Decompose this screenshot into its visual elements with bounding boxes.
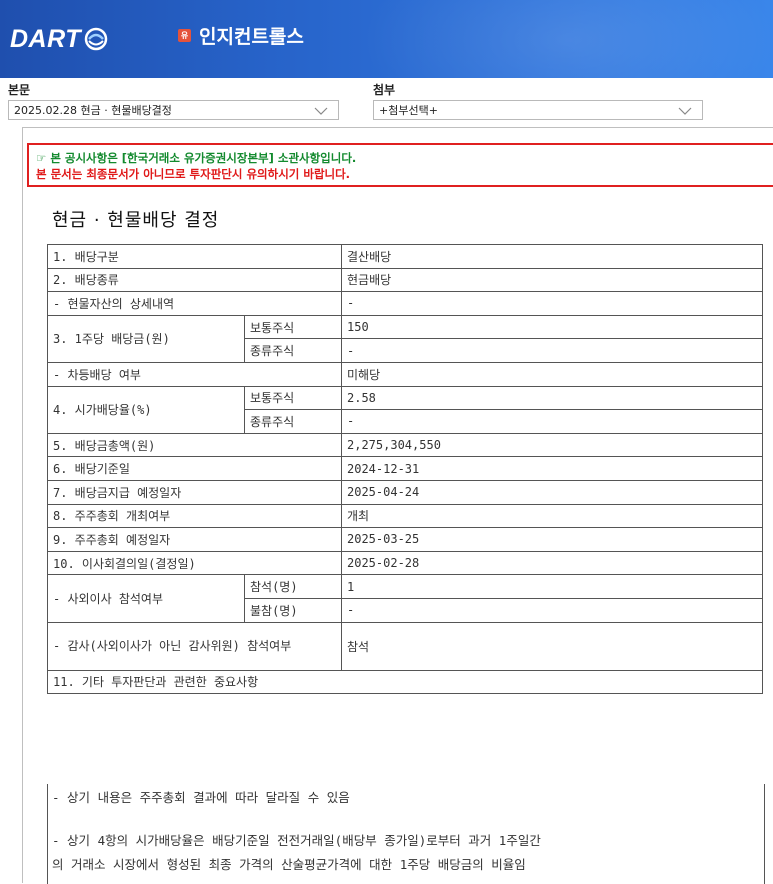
table-row: 6. 배당기준일 2024-12-31: [47, 456, 763, 481]
row-value: 1: [341, 574, 763, 599]
attach-select-value: +첨부선택+: [379, 104, 438, 117]
table-row: 7. 배당금지급 예정일자 2025-04-24: [47, 479, 763, 505]
table-row: 3. 1주당 배당금(원) 보통주식 150: [47, 314, 763, 363]
row-sublabel: 불참(명): [244, 597, 342, 623]
header-bar: DART 유 인지컨트롤스: [0, 0, 773, 78]
table-row: 2. 배당종류 현금배당: [47, 267, 763, 293]
row-value: 현금배당: [341, 267, 763, 293]
header-glow: [360, 0, 773, 78]
note-line: - 상기 4항의 시가배당율은 배당기준일 전전거래일(배당부 종가일)로부터 …: [52, 833, 541, 848]
row-value: 참석: [341, 621, 763, 671]
row-label: - 감사(사외이사가 아닌 감사위원) 참석여부: [47, 621, 342, 671]
main-doc-selector-group: 본문 2025.02.28 현금 · 현물배당결정: [8, 81, 339, 120]
row-sublabel: 종류주식: [244, 409, 342, 434]
row-label: - 현물자산의 상세내역: [47, 291, 342, 316]
table-row: 8. 주주총회 개최여부 개최: [47, 503, 763, 529]
table-row: 4. 시가배당율(%) 보통주식 2.58: [47, 385, 763, 434]
row-label: - 차등배당 여부: [47, 361, 342, 387]
row-sublabel: 참석(명): [244, 574, 342, 599]
chevron-down-icon: [314, 107, 328, 115]
market-badge: 유: [178, 29, 191, 42]
main-doc-select[interactable]: 2025.02.28 현금 · 현물배당결정: [8, 100, 339, 120]
row-value: -: [341, 338, 763, 363]
row-value: 150: [341, 314, 763, 340]
note-line: 의 거래소 시장에서 형성된 최종 가격의 산술평균가격에 대한 1주당 배당금…: [52, 857, 526, 872]
row-label: 2. 배당종류: [47, 267, 342, 293]
notice-box: ☞ 본 공시사항은 [한국거래소 유가증권시장본부] 소관사항입니다. 본 문서…: [27, 143, 773, 187]
row-label: 10. 이사회결의일(결정일): [47, 550, 342, 576]
dart-swirl-icon: [84, 27, 108, 51]
table-row: - 현물자산의 상세내역 -: [47, 291, 763, 316]
row-label: 4. 시가배당율(%): [47, 385, 245, 434]
main-doc-select-value: 2025.02.28 현금 · 현물배당결정: [14, 104, 172, 117]
dividend-table: 1. 배당구분 결산배당 2. 배당종류 현금배당 - 현물자산의 상세내역 -…: [47, 244, 763, 695]
row-value: 개최: [341, 503, 763, 529]
row-sublabel: 보통주식: [244, 314, 342, 340]
row-value: 2025-02-28: [341, 550, 763, 576]
table-row: - 차등배당 여부 미해당: [47, 361, 763, 387]
table-row: 10. 이사회결의일(결정일) 2025-02-28: [47, 550, 763, 576]
row-value: 미해당: [341, 361, 763, 387]
row-sublabel: 보통주식: [244, 385, 342, 411]
row-label: 8. 주주총회 개최여부: [47, 503, 342, 529]
company-name: 인지컨트롤스: [199, 26, 304, 48]
attach-select[interactable]: +첨부선택+: [373, 100, 703, 120]
notice-line-warning: 본 문서는 최종문서가 아니므로 투자판단시 유의하시기 바랍니다.: [36, 167, 351, 181]
table-row: 9. 주주총회 예정일자 2025-03-25: [47, 527, 763, 552]
row-value: 2025-03-25: [341, 527, 763, 552]
table-row: 5. 배당금총액(원) 2,275,304,550: [47, 432, 763, 458]
row-label: 6. 배당기준일: [47, 456, 342, 481]
row-label: 9. 주주총회 예정일자: [47, 527, 342, 552]
row-value: 2,275,304,550: [341, 432, 763, 458]
table-row: - 사외이사 참석여부 참석(명) 1: [47, 574, 763, 623]
row-value: 2025-04-24: [341, 479, 763, 505]
row-value: -: [341, 597, 763, 623]
attach-selector-group: 첨부 +첨부선택+: [373, 81, 703, 120]
row-value: 결산배당: [341, 244, 763, 269]
table-row: - 감사(사외이사가 아닌 감사위원) 참석여부 참석: [47, 621, 763, 671]
table-row: 11. 기타 투자판단과 관련한 중요사항: [47, 669, 763, 695]
row-label: - 사외이사 참석여부: [47, 574, 245, 623]
row-value: -: [341, 291, 763, 316]
row-label: 11. 기타 투자판단과 관련한 중요사항: [47, 669, 763, 695]
row-label: 3. 1주당 배당금(원): [47, 314, 245, 363]
notice-line-jurisdiction: ☞ 본 공시사항은 [한국거래소 유가증권시장본부] 소관사항입니다.: [36, 151, 357, 165]
row-sublabel: 종류주식: [244, 338, 342, 363]
note-line: - 상기 내용은 주주총회 결과에 따라 달라질 수 있음: [52, 790, 350, 805]
row-value: 2.58: [341, 385, 763, 411]
row-label: 5. 배당금총액(원): [47, 432, 342, 458]
document-title: 현금 · 현물배당 결정: [52, 210, 220, 231]
row-value: -: [341, 409, 763, 434]
row-label: 1. 배당구분: [47, 244, 342, 269]
row-value: 2024-12-31: [341, 456, 763, 481]
attach-label: 첨부: [373, 83, 396, 97]
chevron-down-icon: [678, 107, 692, 115]
company-title: 유 인지컨트롤스: [178, 22, 304, 49]
table-row: 1. 배당구분 결산배당: [47, 244, 763, 269]
row-label: 7. 배당금지급 예정일자: [47, 479, 342, 505]
dart-logo[interactable]: DART: [10, 22, 109, 56]
notes-area: - 상기 내용은 주주총회 결과에 따라 달라질 수 있음 - 상기 4항의 시…: [47, 784, 765, 884]
logo-text: DART: [10, 24, 81, 53]
main-doc-label: 본문: [8, 83, 31, 97]
